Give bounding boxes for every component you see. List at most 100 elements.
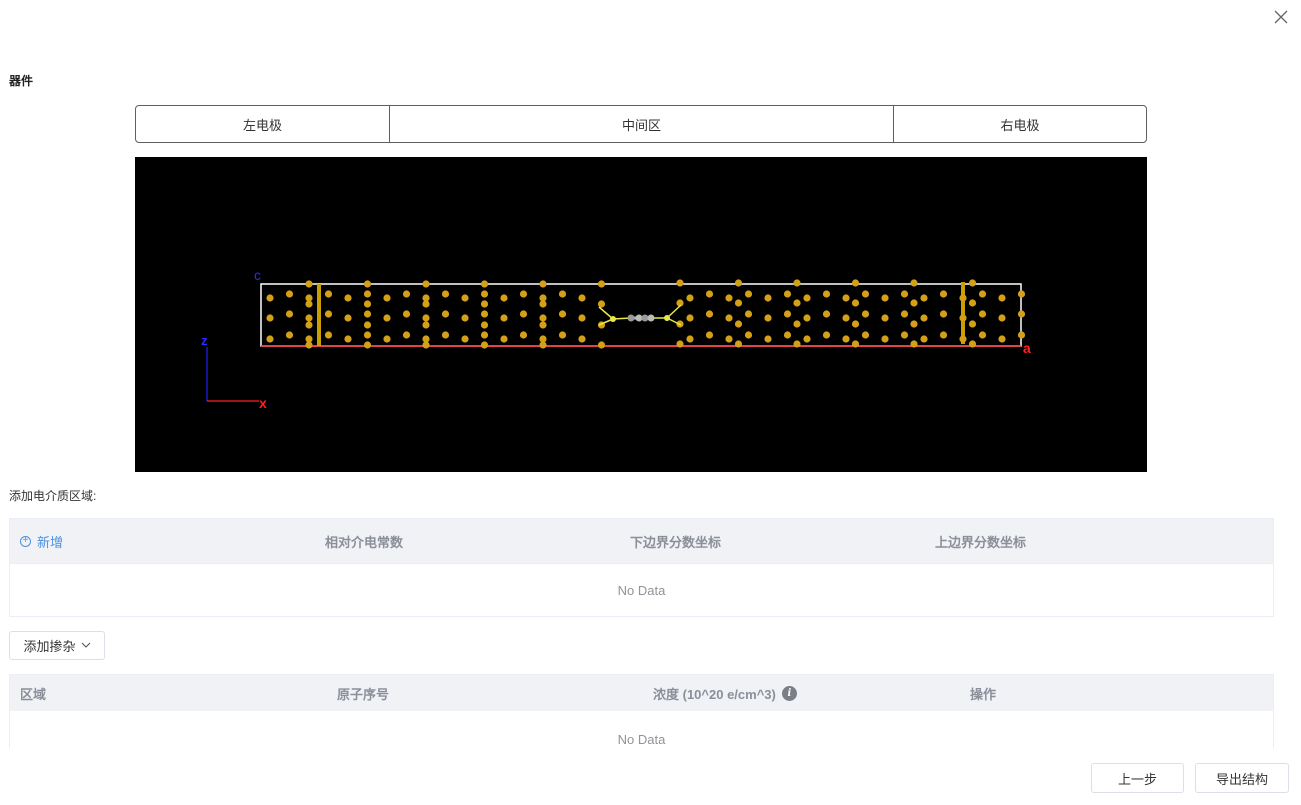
gold-atom bbox=[803, 314, 811, 322]
column-header: 上边界分数坐标 bbox=[935, 534, 1027, 550]
gold-atom bbox=[480, 280, 489, 288]
gold-atom bbox=[744, 290, 753, 298]
carbon-atom-4 bbox=[647, 314, 655, 322]
gold-atom bbox=[734, 299, 743, 307]
add-dielectric-label: 新增 bbox=[37, 534, 64, 550]
gold-atom bbox=[285, 310, 294, 318]
tab-middle-region[interactable]: 中间区 bbox=[390, 106, 894, 142]
prev-step-button[interactable]: 上一步 bbox=[1091, 763, 1184, 793]
gold-atom bbox=[822, 290, 831, 298]
region-tabs: 左电极 中间区 右电极 bbox=[135, 105, 1147, 143]
gold-atom bbox=[725, 335, 733, 343]
dielectric-empty-text: No Data bbox=[10, 563, 1273, 616]
close-icon bbox=[1274, 10, 1288, 24]
gold-atom bbox=[519, 331, 528, 339]
chevron-down-icon bbox=[81, 640, 91, 651]
gold-atom bbox=[900, 310, 909, 318]
carbon-atom-2 bbox=[635, 314, 643, 322]
gold-atom bbox=[744, 310, 753, 318]
gold-atom bbox=[734, 279, 743, 287]
gold-atom bbox=[324, 290, 333, 298]
molecule bbox=[598, 304, 682, 326]
gold-atom bbox=[998, 314, 1006, 322]
gold-atom bbox=[363, 290, 372, 298]
gold-atom bbox=[519, 310, 528, 318]
gold-atom bbox=[344, 314, 352, 322]
gold-atom bbox=[686, 294, 694, 302]
gold-atom bbox=[900, 331, 909, 339]
gold-atom bbox=[744, 331, 753, 339]
column-header: 操作 bbox=[970, 686, 997, 702]
gold-atom bbox=[978, 310, 987, 318]
gold-atom bbox=[725, 294, 733, 302]
gold-atom bbox=[793, 320, 801, 328]
gold-atom bbox=[324, 310, 333, 318]
gold-atom bbox=[363, 341, 372, 349]
gold-atom bbox=[480, 331, 489, 339]
gold-atom bbox=[519, 290, 528, 298]
gold-atom bbox=[998, 294, 1006, 302]
gold-atoms bbox=[266, 279, 1026, 349]
x-axis-label: x bbox=[259, 395, 267, 411]
gold-atom bbox=[793, 279, 801, 287]
doping-empty-text: No Data bbox=[10, 711, 1273, 749]
page-title: 器件 bbox=[9, 74, 34, 88]
sulfur-atom-left bbox=[610, 316, 616, 322]
dielectric-table-header: + 新增 相对介电常数 下边界分数坐标 上边界分数坐标 bbox=[10, 519, 1273, 563]
gold-atom bbox=[266, 294, 274, 302]
gold-atom bbox=[734, 340, 743, 348]
gold-atom bbox=[441, 310, 450, 318]
gold-atom bbox=[686, 314, 694, 322]
gold-atom bbox=[383, 335, 391, 343]
gold-atom bbox=[910, 279, 918, 287]
gold-atom bbox=[285, 290, 294, 298]
gold-atom bbox=[1017, 331, 1026, 339]
dielectric-table: + 新增 相对介电常数 下边界分数坐标 上边界分数坐标 No Data bbox=[9, 518, 1274, 617]
gold-atom bbox=[539, 321, 547, 329]
column-header: 下边界分数坐标 bbox=[630, 534, 722, 550]
close-button[interactable] bbox=[1272, 8, 1290, 26]
gold-atom bbox=[783, 331, 792, 339]
gold-atom bbox=[461, 294, 469, 302]
right-electrode-boundary bbox=[961, 282, 965, 344]
gold-atom bbox=[500, 294, 508, 302]
gold-atom bbox=[480, 310, 489, 318]
gold-atom bbox=[968, 299, 977, 307]
gold-atom bbox=[461, 335, 469, 343]
gold-atom bbox=[676, 279, 684, 287]
gold-atom bbox=[861, 331, 870, 339]
gold-atom bbox=[558, 290, 567, 298]
gold-atom bbox=[285, 331, 294, 339]
gold-atom bbox=[539, 280, 547, 288]
info-icon[interactable]: i bbox=[781, 685, 797, 701]
gold-atom bbox=[422, 335, 430, 343]
concentration-header-label: 浓度 (10^20 e/cm^3) bbox=[653, 686, 776, 702]
gold-atom bbox=[861, 310, 870, 318]
export-structure-button[interactable]: 导出结构 bbox=[1195, 763, 1289, 793]
left-electrode-boundary bbox=[317, 284, 321, 346]
gold-atom bbox=[422, 294, 430, 302]
gold-atom bbox=[910, 340, 918, 348]
gold-atom bbox=[422, 280, 430, 288]
gold-atom bbox=[939, 331, 948, 339]
gold-atom bbox=[978, 331, 987, 339]
add-doping-dropdown[interactable]: 添加掺杂 bbox=[9, 631, 105, 660]
structure-viewer[interactable]: c a z x bbox=[135, 157, 1147, 472]
gold-atom bbox=[305, 294, 313, 302]
gold-atom bbox=[305, 280, 313, 288]
gold-atom bbox=[842, 314, 850, 322]
gold-atom bbox=[539, 335, 547, 343]
gold-atom bbox=[978, 290, 987, 298]
gold-atom bbox=[959, 294, 967, 302]
tab-right-electrode[interactable]: 右电极 bbox=[894, 106, 1146, 142]
gold-atom bbox=[881, 314, 889, 322]
tab-left-electrode[interactable]: 左电极 bbox=[136, 106, 390, 142]
gold-atom bbox=[305, 321, 313, 329]
gold-atom bbox=[402, 310, 411, 318]
gold-atom bbox=[920, 294, 928, 302]
add-dielectric-button[interactable]: + 新增 bbox=[20, 532, 63, 551]
gold-atom bbox=[324, 331, 333, 339]
gold-atom bbox=[968, 279, 977, 287]
gold-atom bbox=[939, 310, 948, 318]
gold-atom bbox=[500, 335, 508, 343]
